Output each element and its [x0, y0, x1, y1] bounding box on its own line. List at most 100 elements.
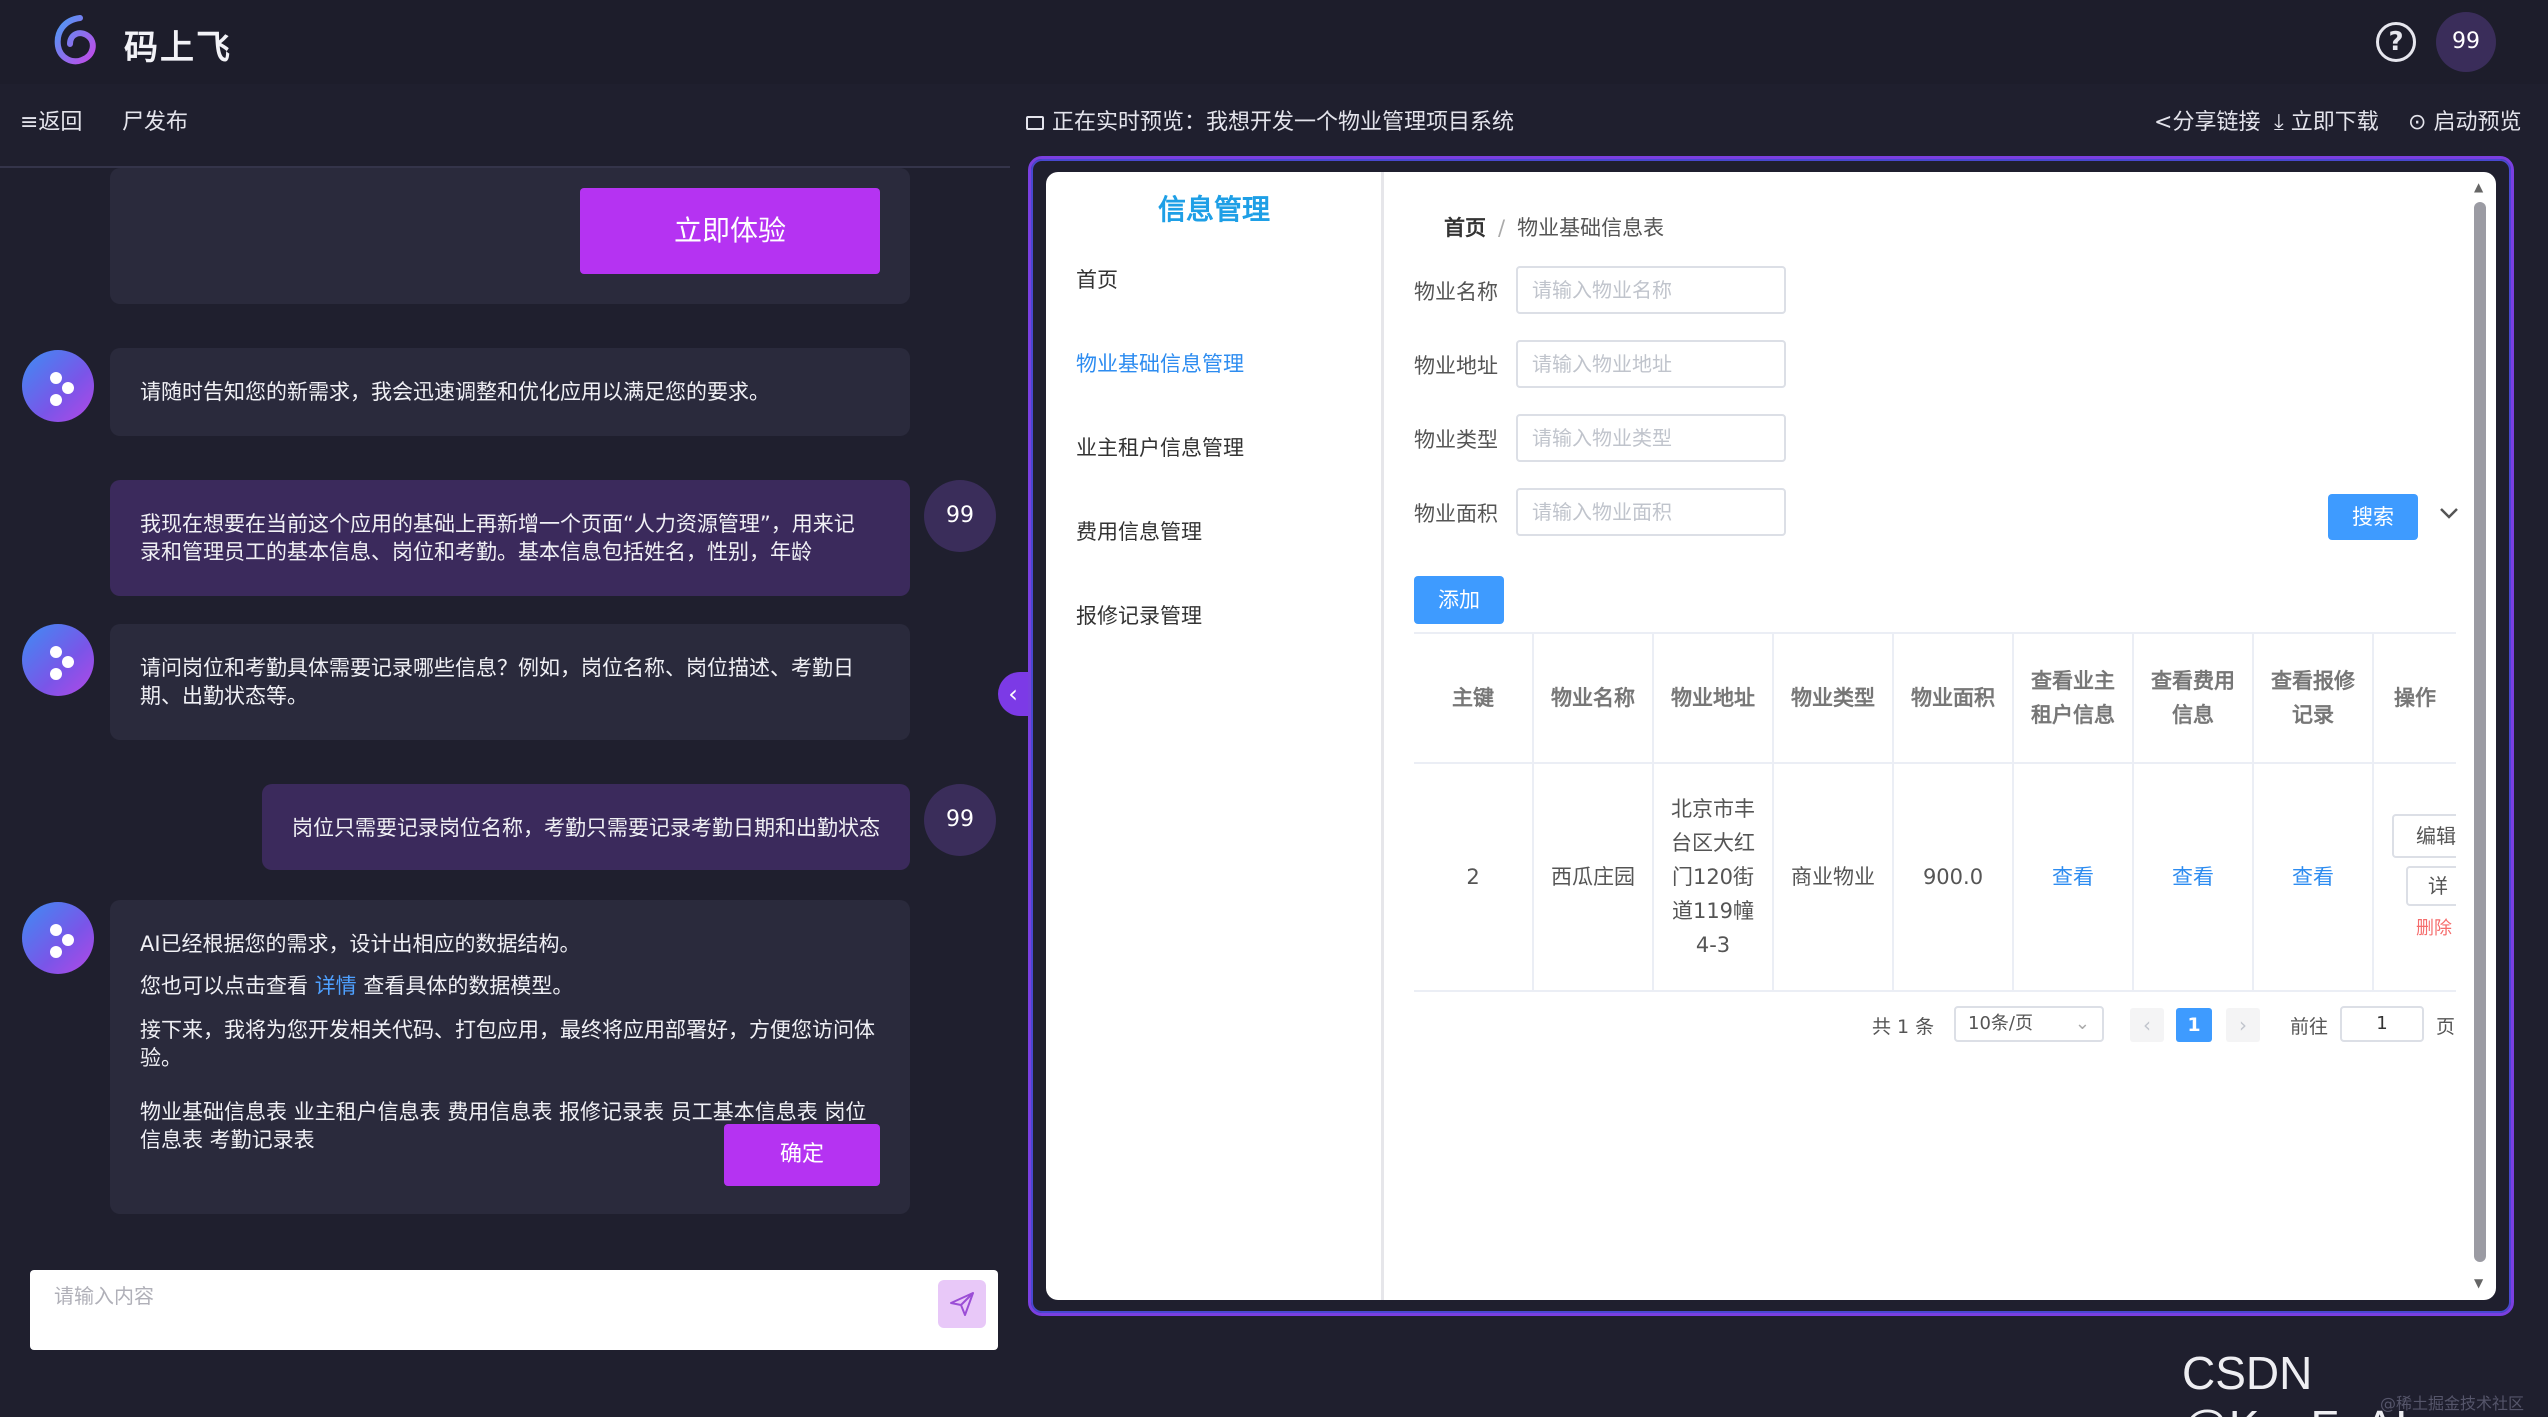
preview-sidebar: 信息管理 首页 物业基础信息管理 业主租户信息管理 费用信息管理 报修记录管理: [1046, 172, 1384, 1300]
help-icon[interactable]: ?: [2376, 22, 2416, 62]
collapse-panel-button[interactable]: ‹: [998, 672, 1028, 716]
try-now-button[interactable]: 立即体验: [580, 188, 880, 274]
play-icon: ⊙: [2408, 110, 2434, 135]
view-owner-link[interactable]: 查看: [2014, 762, 2134, 992]
download-button[interactable]: ⤓ 立即下载: [2274, 104, 2379, 136]
chevron-down-icon: ⌄: [2074, 1013, 2090, 1034]
page-suffix: 页: [2436, 1016, 2456, 1038]
preview-app: 信息管理 首页 物业基础信息管理 业主租户信息管理 费用信息管理 报修记录管理 …: [1046, 172, 2496, 1300]
filter-name-input[interactable]: [1516, 266, 1786, 314]
detail-button[interactable]: 详: [2406, 866, 2456, 906]
sidebar-item-repair[interactable]: 报修记录管理: [1076, 600, 1202, 630]
pagination-total: 共 1 条: [1872, 1016, 1935, 1038]
user-avatar: 99: [924, 480, 996, 552]
table-cell-type: 商业物业: [1774, 762, 1894, 992]
breadcrumb-current: 物业基础信息表: [1517, 216, 1665, 240]
sidebar-item-property[interactable]: 物业基础信息管理: [1076, 348, 1244, 378]
publish-button[interactable]: 尸发布: [122, 104, 188, 136]
scroll-down-arrow[interactable]: ▼: [2474, 1276, 2483, 1290]
table-header: 物业类型: [1774, 634, 1894, 762]
chat-message-text: AI已经根据您的需求，设计出相应的数据结构。: [140, 932, 581, 956]
bot-avatar: [22, 902, 94, 974]
filter-type-input[interactable]: [1516, 414, 1786, 462]
confirm-button[interactable]: 确定: [724, 1124, 880, 1186]
table-header: 查看报修记录: [2254, 634, 2374, 762]
filter-label-name: 物业名称: [1414, 280, 1498, 304]
preview-title: 正在实时预览：我想开发一个物业管理项目系统: [1026, 104, 1514, 136]
preview-title-text: 正在实时预览：我想开发一个物业管理项目系统: [1052, 110, 1515, 135]
filter-label-address: 物业地址: [1414, 354, 1498, 378]
monitor-icon: [1026, 116, 1044, 130]
chat-message-text: 我现在想要在当前这个应用的基础上再新增一个页面“人力资源管理”，用来记: [140, 512, 855, 536]
share-label: 分享链接: [2172, 110, 2261, 135]
search-button[interactable]: 搜索: [2328, 494, 2418, 540]
app-title: 码上飞: [124, 28, 232, 68]
download-icon: ⤓: [2274, 110, 2291, 135]
back-button[interactable]: ≡返回: [20, 104, 82, 136]
bot-avatar: [22, 624, 94, 696]
goto-page-input[interactable]: 1: [2340, 1006, 2424, 1042]
next-page-button[interactable]: ›: [2226, 1008, 2260, 1042]
chat-message-text: 请随时告知您的新需求，我会迅速调整和优化应用以满足您的要求。: [140, 380, 770, 404]
table-cell-name: 西瓜庄园: [1534, 762, 1654, 992]
user-avatar: 99: [924, 784, 996, 856]
chat-message-text: 验。: [140, 1046, 182, 1070]
edit-button[interactable]: 编辑: [2392, 814, 2456, 858]
chevron-left-icon: ‹: [1008, 680, 1018, 708]
chat-message-text: 您也可以点击查看 详情 查看具体的数据模型。: [140, 972, 573, 1000]
top-bar: 码上飞 ? 99: [0, 0, 2548, 84]
share-icon: <: [2154, 110, 2173, 135]
logo-icon: [54, 15, 96, 65]
bot-avatar: [22, 350, 94, 422]
table-header: 物业面积: [1894, 634, 2014, 762]
chat-message-text: 请问岗位和考勤具体需要记录哪些信息？例如，岗位名称、岗位描述、考勤日: [140, 656, 854, 680]
table-header: 查看费用信息: [2134, 634, 2254, 762]
goto-label: 前往: [2290, 1016, 2329, 1038]
view-repair-link[interactable]: 查看: [2254, 762, 2374, 992]
add-button[interactable]: 添加: [1414, 576, 1504, 624]
filter-area-input[interactable]: [1516, 488, 1786, 536]
chat-message-text: 期、出勤状态等。: [140, 684, 308, 708]
chat-input-box: [30, 1270, 998, 1350]
sidebar-item-fee[interactable]: 费用信息管理: [1076, 516, 1202, 546]
table-header: 物业名称: [1534, 634, 1654, 762]
chat-input[interactable]: [54, 1284, 914, 1308]
page-size-select[interactable]: 10条/页 ⌄: [1954, 1006, 2104, 1042]
download-label: 立即下载: [2290, 110, 2379, 135]
breadcrumb: 首页 / 物业基础信息表: [1444, 212, 1664, 242]
scrollbar[interactable]: [2474, 202, 2486, 1262]
breadcrumb-separator: /: [1498, 216, 1506, 240]
page-size-value: 10条/页: [1968, 1013, 2033, 1034]
prev-page-button[interactable]: ‹: [2130, 1008, 2164, 1042]
delete-link[interactable]: 删除: [2416, 914, 2452, 940]
filter-label-area: 物业面积: [1414, 502, 1498, 526]
chevron-down-icon[interactable]: [2434, 498, 2464, 528]
table-header: 主键: [1414, 634, 1534, 762]
launch-preview-button[interactable]: ⊙ 启动预览: [2408, 104, 2521, 136]
sidebar-item-home[interactable]: 首页: [1076, 264, 1118, 294]
share-link-button[interactable]: <分享链接: [2154, 104, 2260, 136]
send-icon: [950, 1292, 974, 1316]
view-fee-link[interactable]: 查看: [2134, 762, 2254, 992]
sidebar-item-owner[interactable]: 业主租户信息管理: [1076, 432, 1244, 462]
text-part: 查看具体的数据模型。: [356, 974, 574, 998]
launch-label: 启动预览: [2433, 110, 2522, 135]
scroll-up-arrow[interactable]: ▲: [2474, 180, 2483, 194]
user-avatar[interactable]: 99: [2436, 12, 2496, 72]
table-cell-id: 2: [1414, 762, 1534, 992]
sidebar-title: 信息管理: [1158, 193, 1271, 226]
chat-message-text: 物业基础信息表 业主租户信息表 费用信息表 报修记录表 员工基本信息表 岗位: [140, 1100, 867, 1124]
chat-message-text: 接下来，我将为您开发相关代码、打包应用，最终将应用部署好，方便您访问体: [140, 1018, 875, 1042]
filter-label-type: 物业类型: [1414, 428, 1498, 452]
current-page[interactable]: 1: [2176, 1008, 2212, 1042]
details-link[interactable]: 详情: [315, 974, 357, 998]
breadcrumb-home[interactable]: 首页: [1444, 216, 1486, 240]
table-cell-address: 北京市丰台区大红门120街道119幢4-3: [1654, 762, 1774, 992]
chat-message-text: 岗位只需要记录岗位名称，考勤只需要记录考勤日期和出勤状态: [292, 816, 880, 840]
filter-address-input[interactable]: [1516, 340, 1786, 388]
data-table: 主键 物业名称 物业地址 物业类型 物业面积 查看业主租户信息 查看费用信息 查…: [1414, 632, 2456, 992]
chat-message-text: 信息表 考勤记录表: [140, 1128, 315, 1152]
table-cell-area: 900.0: [1894, 762, 2014, 992]
text-part: 您也可以点击查看: [140, 974, 315, 998]
send-button[interactable]: [938, 1280, 986, 1328]
